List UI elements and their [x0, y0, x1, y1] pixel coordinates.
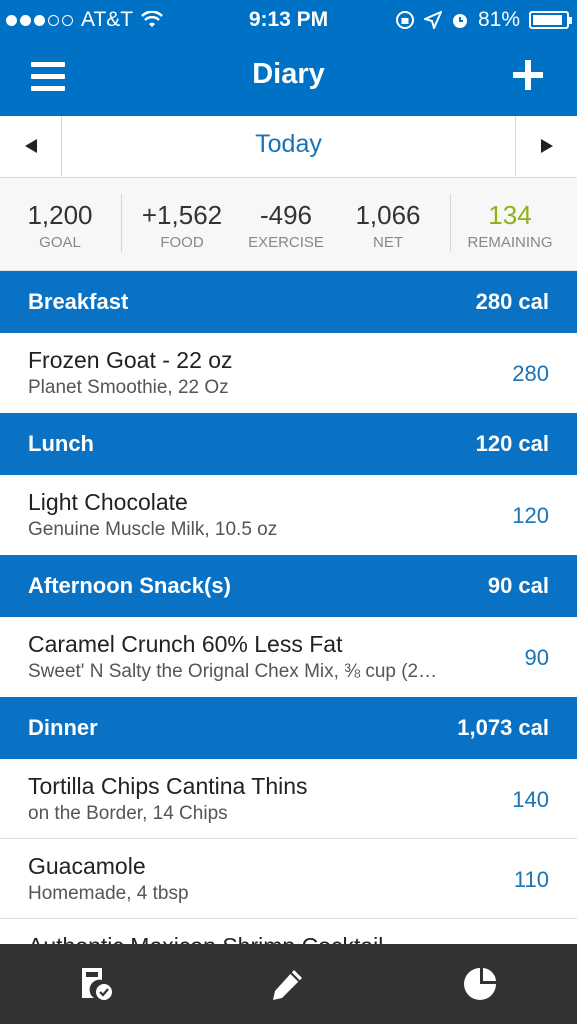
navigation-bar: Diary — [0, 40, 577, 116]
triangle-right-icon — [540, 139, 553, 153]
meal-header-lunch[interactable]: Lunch 120 cal — [0, 413, 577, 475]
bottom-tab-bar — [0, 944, 577, 1024]
exercise-label: EXERCISE — [248, 234, 324, 251]
alarm-icon — [452, 14, 467, 28]
food-name: Guacamole — [28, 853, 146, 879]
food-name: Light Chocolate — [28, 489, 188, 515]
food-entry[interactable]: Frozen Goat - 22 oz Planet Smoothie, 22 … — [0, 333, 577, 413]
diary-list[interactable]: Breakfast 280 cal Frozen Goat - 22 oz Pl… — [0, 271, 577, 944]
pie-chart-icon — [464, 968, 496, 1000]
summary-goal: 1,200 GOAL — [18, 200, 102, 251]
pencil-icon — [273, 970, 302, 1000]
food-name: Tortilla Chips Cantina Thins — [28, 773, 308, 799]
meal-name: Lunch — [28, 431, 94, 456]
food-entry[interactable]: Tortilla Chips Cantina Thins on the Bord… — [0, 759, 577, 839]
top-bar: AT&T 9:13 PM 81% Diary — [0, 0, 577, 116]
current-date[interactable]: Today — [62, 130, 515, 159]
divider — [121, 194, 122, 252]
food-calories: 140 — [512, 787, 549, 812]
food-description: on the Border, 14 Chips — [28, 803, 228, 824]
date-navigator: Today — [0, 116, 577, 178]
battery-icon — [529, 11, 572, 29]
food-name: Frozen Goat - 22 oz — [28, 347, 233, 373]
tab-diary[interactable] — [0, 944, 192, 1024]
food-label: FOOD — [160, 234, 204, 251]
tab-progress[interactable] — [384, 944, 576, 1024]
meal-name: Afternoon Snack(s) — [28, 573, 231, 598]
exercise-value: -496 — [259, 200, 313, 230]
summary-exercise: -496 EXERCISE — [240, 200, 332, 251]
meal-header-afternoon-snack[interactable]: Afternoon Snack(s) 90 cal — [0, 555, 577, 617]
food-description: Homemade, 4 tbsp — [28, 883, 189, 904]
diary-check-icon — [82, 968, 112, 1000]
food-name: Caramel Crunch 60% Less Fat — [28, 631, 343, 657]
meal-calories: 120 cal — [475, 431, 549, 456]
meal-header-breakfast[interactable]: Breakfast 280 cal — [0, 271, 577, 333]
page-title: Diary — [252, 58, 325, 90]
net-value: 1,066 — [355, 200, 421, 230]
location-arrow-icon — [423, 11, 442, 29]
food-calories: 120 — [512, 503, 549, 528]
net-label: NET — [373, 234, 403, 251]
food-entry[interactable]: Guacamole Homemade, 4 tbsp 110 — [0, 839, 577, 919]
meal-header-dinner[interactable]: Dinner 1,073 cal — [0, 697, 577, 759]
goal-label: GOAL — [39, 234, 81, 251]
next-day-button[interactable] — [515, 116, 577, 176]
food-calories: 90 — [524, 645, 549, 670]
food-name: Authentic Mexican Shrimp Cocktail — [28, 933, 383, 944]
remaining-label: REMAINING — [467, 234, 553, 251]
meal-name: Dinner — [28, 715, 98, 740]
divider — [450, 194, 451, 252]
food-description: Sweet' N Salty the Orignal Chex Mix, ⅜ c… — [28, 661, 438, 682]
goal-value: 1,200 — [27, 200, 93, 230]
summary-remaining: 134 REMAINING — [462, 200, 558, 251]
food-entry[interactable]: Caramel Crunch 60% Less Fat Sweet' N Sal… — [0, 617, 577, 697]
meal-calories: 90 cal — [487, 573, 549, 598]
summary-net: 1,066 NET — [344, 200, 432, 251]
food-description: Genuine Muscle Milk, 10.5 oz — [28, 519, 278, 540]
battery-percent: 81% — [477, 8, 520, 31]
food-calories: 110 — [513, 867, 549, 892]
status-bar: AT&T 9:13 PM 81% — [0, 0, 577, 40]
tab-edit[interactable] — [192, 944, 384, 1024]
remaining-value: 134 — [488, 200, 532, 230]
add-button[interactable] — [513, 60, 543, 90]
calorie-summary: 1,200 GOAL +1,562 FOOD -496 EXERCISE 1,0… — [0, 178, 577, 271]
rotation-lock-icon — [395, 11, 414, 29]
food-calories: 280 — [512, 361, 549, 386]
food-value: +1,562 — [141, 200, 223, 230]
meal-calories: 280 cal — [475, 289, 549, 314]
summary-food: +1,562 FOOD — [132, 200, 232, 251]
meal-calories: 1,073 cal — [457, 715, 549, 740]
previous-day-button[interactable] — [0, 116, 62, 176]
food-entry[interactable]: Authentic Mexican Shrimp Cocktail — [0, 919, 577, 944]
triangle-left-icon — [24, 139, 37, 153]
meal-name: Breakfast — [28, 289, 129, 314]
food-entry[interactable]: Light Chocolate Genuine Muscle Milk, 10.… — [0, 475, 577, 555]
food-description: Planet Smoothie, 22 Oz — [28, 377, 229, 398]
